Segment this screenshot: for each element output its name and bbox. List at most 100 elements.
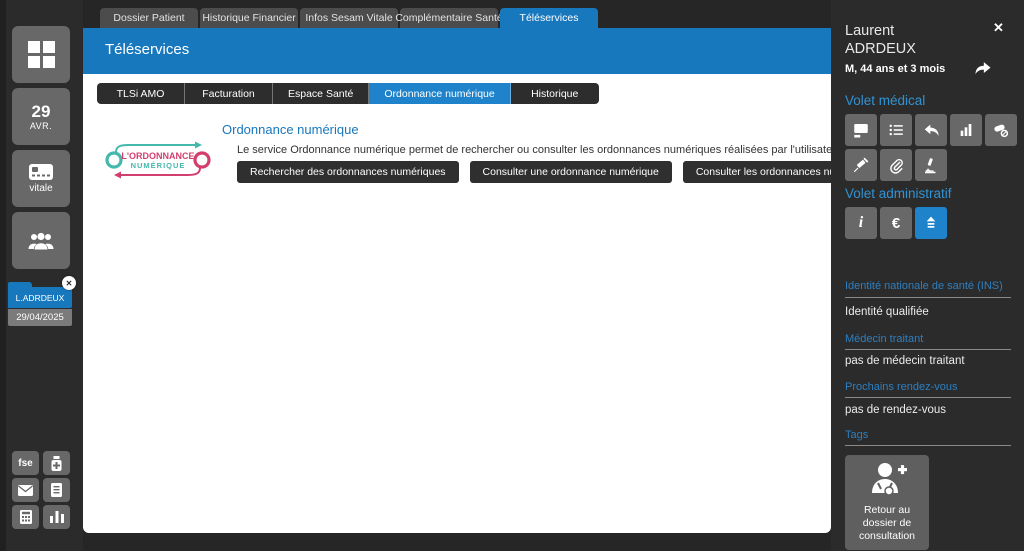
tab-complementaire-sante[interactable]: Complémentaire Santé	[400, 8, 498, 28]
content-area: TLSi AMO Facturation Espace Santé Ordonn…	[83, 74, 831, 533]
vitale-label: vitale	[29, 183, 52, 194]
medications-button[interactable]	[985, 114, 1017, 146]
billing-button[interactable]: €	[880, 207, 912, 239]
logo-line1: L'ORDONNANCE	[121, 151, 194, 161]
close-icon[interactable]: ✕	[62, 276, 76, 290]
bar-chart-icon	[50, 511, 64, 523]
rechercher-ordonnances-button[interactable]: Rechercher des ordonnances numériques	[237, 161, 459, 183]
volet-administratif-title: Volet administratif	[845, 186, 952, 201]
list-button[interactable]	[880, 114, 912, 146]
info-button[interactable]: i	[845, 207, 877, 239]
documents-button[interactable]	[43, 478, 70, 502]
patient-last-name: ADRDEUX	[845, 40, 916, 58]
syringe-icon	[852, 156, 870, 174]
main-panel: Dossier Patient Historique Financier Inf…	[83, 0, 831, 551]
consultation-screen-button[interactable]	[845, 114, 877, 146]
divider	[845, 445, 1011, 446]
document-icon	[51, 483, 62, 497]
doctor-plus-icon	[865, 461, 909, 501]
patient-details: M, 44 ans et 3 mois	[845, 63, 945, 75]
ordonnance-numerique-logo: L'ORDONNANCE NUMÉRIQUE	[103, 138, 213, 182]
paperclip-icon	[888, 157, 905, 174]
tab-dossier-patient[interactable]: Dossier Patient	[100, 8, 198, 28]
divider	[845, 297, 1011, 298]
teletransmission-button[interactable]	[915, 207, 947, 239]
ins-value: Identité qualifiée	[845, 306, 929, 318]
service-actions: Rechercher des ordonnances numériques Co…	[237, 161, 927, 183]
consulter-ordonnance-button[interactable]: Consulter une ordonnance numérique	[470, 161, 672, 183]
subtab-ordonnance-numerique[interactable]: Ordonnance numérique	[369, 83, 510, 104]
medicine-button[interactable]	[43, 451, 70, 475]
close-icon[interactable]: ✕	[993, 20, 1004, 36]
divider	[845, 397, 1011, 398]
subtab-espace-sante[interactable]: Espace Santé	[273, 83, 369, 104]
subtabs-bar: TLSi AMO Facturation Espace Santé Ordonn…	[97, 83, 599, 104]
tab-infos-sesam-vitale[interactable]: Infos Sesam Vitale	[300, 8, 398, 28]
calendar-day: 29	[32, 103, 51, 121]
volet-medical-title: Volet médical	[845, 93, 925, 108]
fse-label: fse	[18, 458, 32, 469]
page-title: Téléservices	[105, 41, 189, 58]
share-icon[interactable]	[973, 58, 993, 78]
patient-name: Laurent ADRDEUX	[845, 22, 916, 58]
patient-tag-date: 29/04/2025	[8, 309, 72, 326]
return-button-label: Retour au dossier de consultation	[848, 504, 926, 543]
subtab-facturation[interactable]: Facturation	[185, 83, 273, 104]
medecin-traitant-value: pas de médecin traitant	[845, 355, 965, 367]
application-window: 29 AVR. vitale L.ADRDEUX	[0, 0, 1024, 551]
attachments-button[interactable]	[880, 149, 912, 181]
section-header: Téléservices	[83, 28, 831, 74]
upload-icon	[923, 215, 939, 231]
divider	[845, 349, 1011, 350]
open-patient-tag[interactable]: L.ADRDEUX 29/04/2025 ✕	[8, 287, 72, 326]
top-tabs: Dossier Patient Historique Financier Inf…	[100, 8, 598, 28]
euro-icon: €	[892, 215, 900, 232]
subtab-historique[interactable]: Historique	[511, 83, 599, 104]
envelope-icon	[18, 485, 33, 496]
consultation-screen-icon	[852, 121, 870, 139]
agenda-date-button[interactable]: 29 AVR.	[12, 88, 70, 145]
return-to-consultation-button[interactable]: Retour au dossier de consultation	[845, 455, 929, 550]
stats-button[interactable]	[950, 114, 982, 146]
tags-label: Tags	[845, 429, 868, 441]
patient-panel: ✕ Laurent ADRDEUX M, 44 ans et 3 mois Vo…	[831, 0, 1024, 551]
subtab-tlsi-amo[interactable]: TLSi AMO	[97, 83, 185, 104]
admin-icons: i €	[845, 207, 1024, 239]
tab-teleservices[interactable]: Téléservices	[500, 8, 598, 28]
messages-button[interactable]	[12, 478, 39, 502]
patient-folder-tab[interactable]: L.ADRDEUX	[8, 287, 72, 308]
info-icon: i	[859, 214, 863, 232]
ins-label: Identité nationale de santé (INS)	[845, 280, 1003, 292]
rendez-vous-value: pas de rendez-vous	[845, 404, 946, 416]
left-edge-strip	[0, 0, 6, 551]
medicine-bottle-icon	[50, 456, 63, 471]
vaccination-button[interactable]	[845, 149, 877, 181]
service-heading: Ordonnance numérique	[222, 122, 359, 137]
tab-historique-financier[interactable]: Historique Financier	[200, 8, 298, 28]
list-icon	[887, 121, 905, 139]
biology-button[interactable]	[915, 149, 947, 181]
patient-first-name: Laurent	[845, 22, 916, 40]
pills-icon	[992, 121, 1010, 139]
apps-grid-icon	[28, 41, 55, 68]
people-group-icon	[26, 229, 56, 253]
apps-menu-button[interactable]	[12, 26, 70, 83]
logo-line2: NUMÉRIQUE	[131, 161, 186, 170]
service-description: Le service Ordonnance numérique permet d…	[237, 144, 844, 156]
microscope-icon	[922, 156, 940, 174]
undo-button[interactable]	[915, 114, 947, 146]
calculator-icon	[20, 510, 32, 524]
left-sidebar: 29 AVR. vitale L.ADRDEUX	[0, 0, 83, 551]
stats-chart-icon	[958, 122, 974, 138]
medical-icons	[845, 114, 1024, 181]
patients-list-button[interactable]	[12, 212, 70, 269]
rendez-vous-label: Prochains rendez-vous	[845, 381, 958, 393]
calculator-button[interactable]	[12, 505, 39, 529]
fse-button[interactable]: fse	[12, 451, 39, 475]
calendar-month: AVR.	[30, 121, 52, 131]
undo-arrow-icon	[922, 121, 941, 140]
statistics-button[interactable]	[43, 505, 70, 529]
medecin-traitant-label: Médecin traitant	[845, 333, 923, 345]
carte-vitale-button[interactable]: vitale	[12, 150, 70, 207]
vitale-card-icon	[28, 163, 54, 181]
